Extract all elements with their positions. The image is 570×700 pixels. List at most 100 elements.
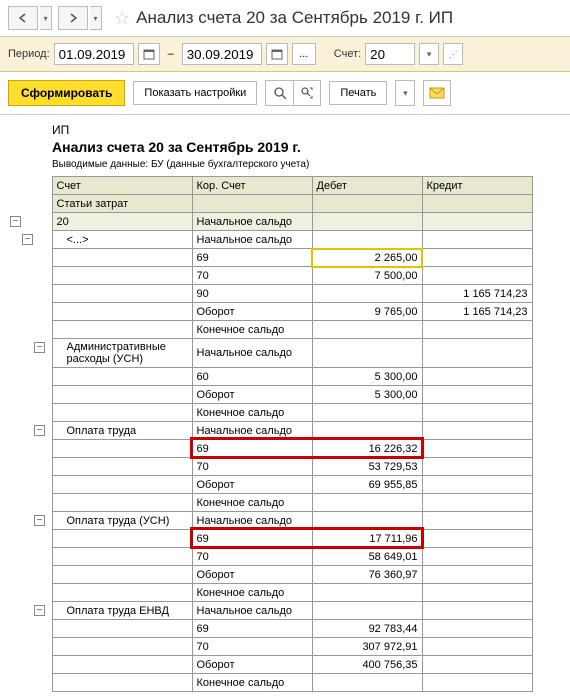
- calendar-to-icon[interactable]: [266, 43, 288, 65]
- cell-debit: 307 972,91: [312, 638, 422, 656]
- cell-credit: [422, 249, 532, 267]
- cell-account: [52, 303, 192, 321]
- favorite-star-icon[interactable]: ☆: [114, 8, 130, 29]
- table-row: Конечное сальдо: [8, 584, 532, 602]
- cell-account: <...>: [52, 231, 192, 249]
- col-credit: Кредит: [422, 177, 532, 195]
- cell-credit: [422, 548, 532, 566]
- cell-account: Оплата труда ЕНВД: [52, 602, 192, 620]
- table-row: Оборот5 300,00: [8, 386, 532, 404]
- cell-corr: Начальное сальдо: [192, 213, 312, 231]
- date-from-input[interactable]: [54, 43, 134, 65]
- table-row: 6992 783,44: [8, 620, 532, 638]
- account-label: Счет:: [334, 48, 361, 60]
- search-icon[interactable]: [265, 80, 293, 106]
- cell-account: [52, 494, 192, 512]
- print-button[interactable]: Печать: [329, 81, 387, 105]
- titlebar: ▾ ▾ ☆ Анализ счета 20 за Сентябрь 2019 г…: [0, 0, 570, 37]
- cell-credit: [422, 440, 532, 458]
- cell-account: [52, 458, 192, 476]
- cell-debit: 69 955,85: [312, 476, 422, 494]
- cell-corr: Конечное сальдо: [192, 674, 312, 692]
- cell-corr: 90: [192, 285, 312, 303]
- cell-account: [52, 267, 192, 285]
- calendar-from-icon[interactable]: [138, 43, 160, 65]
- cell-account: [52, 530, 192, 548]
- table-row: 7053 729,53: [8, 458, 532, 476]
- cell-debit: 2 265,00: [312, 249, 422, 267]
- cell-corr: Оборот: [192, 303, 312, 321]
- cell-credit: [422, 494, 532, 512]
- forward-dropdown[interactable]: ▾: [90, 6, 102, 30]
- period-picker-button[interactable]: ...: [292, 43, 316, 65]
- table-row: 692 265,00: [8, 249, 532, 267]
- table-row: −Оплата труда ЕНВДНачальное сальдо: [8, 602, 532, 620]
- cell-corr: Оборот: [192, 566, 312, 584]
- cell-debit: [312, 602, 422, 620]
- cell-account: [52, 566, 192, 584]
- expand-icon[interactable]: −: [10, 216, 21, 227]
- cell-credit: [422, 386, 532, 404]
- cell-debit: [312, 584, 422, 602]
- cell-account: [52, 620, 192, 638]
- table-row: −Оплата трудаНачальное сальдо: [8, 422, 532, 440]
- cell-credit: [422, 404, 532, 422]
- table-row: 90 1 165 714,23: [8, 285, 532, 303]
- cell-debit: 17 711,96: [312, 530, 422, 548]
- account-dropdown-button[interactable]: ▾: [419, 43, 439, 65]
- print-dropdown[interactable]: ▾: [395, 80, 415, 106]
- cell-account: 20: [52, 213, 192, 231]
- cell-corr: Оборот: [192, 386, 312, 404]
- action-toolbar: Сформировать Показать настройки Печать ▾: [0, 72, 570, 115]
- table-subheader-row: Статьи затрат: [8, 195, 532, 213]
- table-row: −Оплата труда (УСН)Начальное сальдо: [8, 512, 532, 530]
- cell-debit: 92 783,44: [312, 620, 422, 638]
- period-toolbar: Период: – ... Счет: ▾ ⋰: [0, 37, 570, 72]
- cell-corr: Конечное сальдо: [192, 321, 312, 339]
- email-icon[interactable]: [423, 80, 451, 106]
- cell-corr: Конечное сальдо: [192, 404, 312, 422]
- back-button[interactable]: [8, 6, 38, 30]
- show-settings-button[interactable]: Показать настройки: [133, 81, 257, 105]
- cell-credit: [422, 339, 532, 368]
- cell-account: [52, 386, 192, 404]
- cell-corr: Начальное сальдо: [192, 422, 312, 440]
- back-dropdown[interactable]: ▾: [40, 6, 52, 30]
- cell-credit: [422, 566, 532, 584]
- expand-icon[interactable]: −: [34, 515, 45, 526]
- cell-debit: [312, 321, 422, 339]
- expand-icon[interactable]: −: [22, 234, 33, 245]
- cell-credit: [422, 267, 532, 285]
- col-corr: Кор. Счет: [192, 177, 312, 195]
- search-settings-icon[interactable]: [293, 80, 321, 106]
- cell-credit: [422, 422, 532, 440]
- cell-account: Административные расходы (УСН): [52, 339, 192, 368]
- forward-button[interactable]: [58, 6, 88, 30]
- table-row: Оборот76 360,97: [8, 566, 532, 584]
- cell-account: [52, 476, 192, 494]
- account-input[interactable]: [365, 43, 415, 65]
- form-report-button[interactable]: Сформировать: [8, 80, 125, 106]
- cell-account: [52, 285, 192, 303]
- cell-corr: Конечное сальдо: [192, 494, 312, 512]
- cell-account: [52, 321, 192, 339]
- report-table: Счет Кор. Счет Дебет Кредит Статьи затра…: [8, 176, 533, 692]
- cell-corr: Начальное сальдо: [192, 602, 312, 620]
- cell-credit: [422, 213, 532, 231]
- cell-debit: 58 649,01: [312, 548, 422, 566]
- table-header-row: Счет Кор. Счет Дебет Кредит: [8, 177, 532, 195]
- period-label: Период:: [8, 48, 50, 60]
- expand-icon[interactable]: −: [34, 605, 45, 616]
- table-row: Оборот400 756,35: [8, 656, 532, 674]
- cell-account: Оплата труда: [52, 422, 192, 440]
- cell-credit: 1 165 714,23: [422, 285, 532, 303]
- col-account: Счет: [52, 177, 192, 195]
- expand-icon[interactable]: −: [34, 425, 45, 436]
- cell-credit: [422, 476, 532, 494]
- date-to-input[interactable]: [182, 43, 262, 65]
- expand-icon[interactable]: −: [34, 342, 45, 353]
- table-row: −Административные расходы (УСН)Начальное…: [8, 339, 532, 368]
- col-cost-items: Статьи затрат: [52, 195, 192, 213]
- table-row: 6917 711,96: [8, 530, 532, 548]
- account-open-button[interactable]: ⋰: [443, 43, 463, 65]
